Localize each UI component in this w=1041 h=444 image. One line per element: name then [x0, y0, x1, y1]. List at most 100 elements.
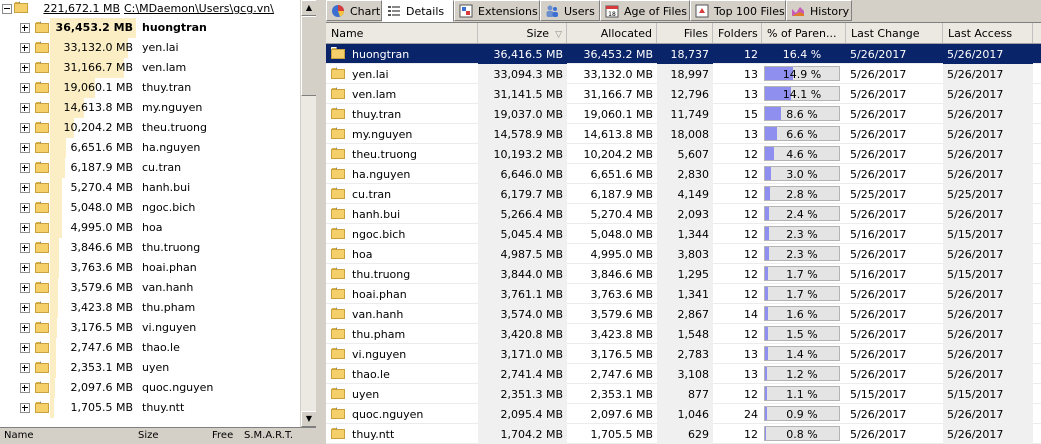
tree-item[interactable]: 2,353.1 MB uyen [0, 358, 300, 378]
cell-last-change: 5/26/2017 [850, 368, 907, 381]
expand-icon[interactable] [20, 323, 30, 333]
expand-icon[interactable] [20, 383, 30, 393]
cell-files: 2,093 [657, 204, 713, 224]
table-row[interactable]: ha.nguyen 6,646.0 MB 6,651.6 MB 2,830 12 5/26… [326, 164, 1041, 184]
expand-icon[interactable] [20, 403, 30, 413]
table-row[interactable]: vi.nguyen 3,171.0 MB 3,176.5 MB 2,783 13 5/26… [326, 344, 1041, 364]
table-row[interactable]: quoc.nguyen 2,095.4 MB 2,097.6 MB 1,046 24 5/… [326, 404, 1041, 424]
tab-users[interactable]: Users [540, 0, 600, 21]
expand-icon[interactable] [20, 163, 30, 173]
expand-icon[interactable] [20, 123, 30, 133]
col-last-change[interactable]: Last Change [846, 23, 943, 43]
root-path[interactable]: C:\MDaemon\Users\gcg.vn\ [124, 2, 274, 15]
drive-col-name[interactable]: Name [4, 430, 34, 441]
percent-bar: 1.7 % [764, 266, 840, 281]
folder-icon [35, 21, 49, 33]
tree-item[interactable]: 3,846.6 MB thu.truong [0, 238, 300, 258]
col-size[interactable]: Size ▽ [478, 23, 567, 43]
table-row[interactable]: ngoc.bich 5,045.4 MB 5,048.0 MB 1,344 12 5/16… [326, 224, 1041, 244]
tab-chart[interactable]: Chart [326, 0, 382, 21]
expand-icon[interactable] [20, 23, 30, 33]
tree-item[interactable]: 3,176.5 MB vi.nguyen [0, 318, 300, 338]
table-row[interactable]: uyen 2,351.3 MB 2,353.1 MB 877 12 5/15/2017 5/… [326, 384, 1041, 404]
tree-item[interactable]: 5,270.4 MB hanh.bui [0, 178, 300, 198]
tab-age-of-files[interactable]: 18 Age of Files [600, 0, 690, 21]
tree-item[interactable]: 19,060.1 MB thuy.tran [0, 78, 300, 98]
scroll-down-arrow-icon[interactable]: ▼ [301, 411, 316, 427]
tree-item[interactable]: 33,132.0 MB yen.lai [0, 38, 300, 58]
cell-folders: 13 [744, 68, 758, 81]
expand-icon[interactable] [20, 143, 30, 153]
folder-icon [35, 121, 49, 133]
table-row[interactable]: hoa 4,987.5 MB 4,995.0 MB 3,803 12 5/26/2017 5… [326, 244, 1041, 264]
tree-item[interactable]: 3,423.8 MB thu.pham [0, 298, 300, 318]
table-row[interactable]: yen.lai 33,094.3 MB 33,132.0 MB 18,997 13 5/2… [326, 64, 1041, 84]
tab-details[interactable]: Details [382, 0, 454, 22]
table-row[interactable]: hanh.bui 5,266.4 MB 5,270.4 MB 2,093 12 5/26/… [326, 204, 1041, 224]
table-row[interactable]: thu.pham 3,420.8 MB 3,423.8 MB 1,548 12 5/26/… [326, 324, 1041, 344]
table-row[interactable]: huongtran 36,416.5 MB 36,453.2 MB 18,737 12 5… [326, 44, 1041, 64]
tree-item[interactable]: 6,187.9 MB cu.tran [0, 158, 300, 178]
tab-top-100-files[interactable]: Top 100 Files [690, 0, 786, 21]
scroll-thumb[interactable] [301, 16, 316, 96]
tree-item[interactable]: 3,763.6 MB hoai.phan [0, 258, 300, 278]
expand-icon[interactable] [20, 303, 30, 313]
tree-item[interactable]: 36,453.2 MB huongtran [0, 18, 300, 38]
cell-name: huongtran [352, 48, 410, 61]
table-row[interactable]: cu.tran 6,179.7 MB 6,187.9 MB 4,149 12 5/25/2… [326, 184, 1041, 204]
tree-item[interactable]: 31,166.7 MB ven.lam [0, 58, 300, 78]
tree-item[interactable]: 4,995.0 MB hoa [0, 218, 300, 238]
col-name[interactable]: Name [326, 23, 478, 43]
table-row[interactable]: van.hanh 3,574.0 MB 3,579.6 MB 2,867 14 5/26/… [326, 304, 1041, 324]
tree-item[interactable]: 10,204.2 MB theu.truong [0, 118, 300, 138]
expand-icon[interactable] [20, 223, 30, 233]
cell-size: 33,094.3 MB [478, 64, 567, 84]
expand-icon[interactable] [20, 103, 30, 113]
tab-extensions[interactable]: Extensions [454, 0, 540, 21]
col-last-access[interactable]: Last Access [943, 23, 1033, 43]
drive-col-free[interactable]: Free [212, 430, 233, 441]
collapse-icon[interactable] [2, 4, 12, 14]
table-row[interactable]: my.nguyen 14,578.9 MB 14,613.8 MB 18,008 13 5… [326, 124, 1041, 144]
col-folders[interactable]: Folders [713, 23, 762, 43]
tree-item[interactable]: 5,048.0 MB ngoc.bich [0, 198, 300, 218]
tree-item[interactable]: 3,579.6 MB van.hanh [0, 278, 300, 298]
tree-item[interactable]: 2,747.6 MB thao.le [0, 338, 300, 358]
expand-icon[interactable] [20, 63, 30, 73]
tree-item[interactable]: 2,097.6 MB quoc.nguyen [0, 378, 300, 398]
expand-icon[interactable] [20, 243, 30, 253]
cell-folders: 14 [744, 308, 758, 321]
table-row[interactable]: thuy.ntt 1,704.2 MB 1,705.5 MB 629 12 5/26/20… [326, 424, 1041, 444]
tree-item[interactable]: 6,651.6 MB ha.nguyen [0, 138, 300, 158]
scroll-up-arrow-icon[interactable]: ▲ [301, 0, 316, 16]
percent-bar: 16.4 % [764, 46, 840, 61]
table-row[interactable]: ven.lam 31,141.5 MB 31,166.7 MB 12,796 13 5/2… [326, 84, 1041, 104]
col-percent-of-parent[interactable]: % of Paren... [762, 23, 846, 43]
tab-history[interactable]: History [786, 0, 852, 21]
table-row[interactable]: thuy.tran 19,037.0 MB 19,060.1 MB 11,749 15 5… [326, 104, 1041, 124]
expand-icon[interactable] [20, 283, 30, 293]
drive-col-smart[interactable]: S.M.A.R.T. [244, 430, 293, 441]
folder-icon [35, 141, 49, 153]
tree-item[interactable]: 1,705.5 MB thuy.ntt [0, 398, 300, 418]
expand-icon[interactable] [20, 343, 30, 353]
details-list-icon [388, 6, 400, 16]
expand-icon[interactable] [20, 183, 30, 193]
drive-col-size[interactable]: Size [138, 430, 159, 441]
table-row[interactable]: theu.truong 10,193.2 MB 10,204.2 MB 5,607 12… [326, 144, 1041, 164]
panel-splitter[interactable] [316, 0, 326, 442]
expand-icon[interactable] [20, 263, 30, 273]
folder-icon [331, 127, 345, 139]
col-allocated[interactable]: Allocated [567, 23, 657, 43]
col-files[interactable]: Files [657, 23, 713, 43]
table-row[interactable]: thao.le 2,741.4 MB 2,747.6 MB 3,108 13 5/26/2… [326, 364, 1041, 384]
tree-item[interactable]: 14,613.8 MB my.nguyen [0, 98, 300, 118]
tree-root-row[interactable]: 221,672.1 MB C:\MDaemon\Users\gcg.vn\ [0, 0, 300, 16]
table-row[interactable]: thu.truong 3,844.0 MB 3,846.6 MB 1,295 12 5/1… [326, 264, 1041, 284]
expand-icon[interactable] [20, 43, 30, 53]
tree-vertical-scrollbar[interactable]: ▲ ▼ [300, 0, 316, 427]
expand-icon[interactable] [20, 203, 30, 213]
expand-icon[interactable] [20, 363, 30, 373]
table-row[interactable]: hoai.phan 3,761.1 MB 3,763.6 MB 1,341 12 5/26… [326, 284, 1041, 304]
expand-icon[interactable] [20, 83, 30, 93]
